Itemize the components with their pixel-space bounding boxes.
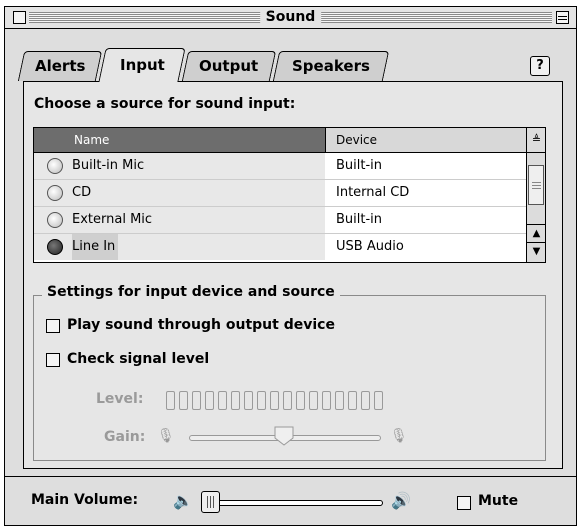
mute-label[interactable]: Mute xyxy=(478,493,518,509)
level-cell xyxy=(257,391,266,410)
check-signal-label[interactable]: Check signal level xyxy=(67,351,209,367)
sound-window: Sound Alerts Input Output Speakers ? Cho… xyxy=(4,6,577,526)
tab-input[interactable]: Input xyxy=(98,48,186,82)
volume-slider-thumb[interactable] xyxy=(200,491,220,513)
window-title: Sound xyxy=(259,9,322,25)
input-source-list[interactable]: Name Device Built-in Mic Built-in CD Int… xyxy=(33,127,546,263)
list-scrollbar[interactable]: ≜ ▲ ▼ xyxy=(526,128,545,262)
device-cell: Built-in xyxy=(336,158,383,173)
name-cell: External Mic xyxy=(34,207,325,233)
play-through-label[interactable]: Play sound through output device xyxy=(67,317,335,333)
source-name: Line In xyxy=(72,234,119,260)
level-cell xyxy=(348,391,357,410)
column-header-device[interactable]: Device xyxy=(326,128,526,153)
level-cell xyxy=(166,391,175,410)
tab-input-label: Input xyxy=(119,56,165,74)
column-header-name[interactable]: Name xyxy=(34,128,326,153)
tab-alerts-label: Alerts xyxy=(34,57,86,75)
level-cell xyxy=(335,391,344,410)
microphone-icon xyxy=(47,158,63,174)
gain-slider-thumb[interactable] xyxy=(274,426,294,446)
mute-checkbox[interactable] xyxy=(457,496,471,510)
level-cell xyxy=(244,391,253,410)
title-bar[interactable]: Sound xyxy=(5,7,576,29)
grip-line xyxy=(532,188,541,189)
level-cell xyxy=(361,391,370,410)
microphone-high-icon: 🎙 xyxy=(390,428,408,444)
grip-line xyxy=(532,182,541,183)
level-cell xyxy=(218,391,227,410)
check-signal-checkbox[interactable] xyxy=(46,353,60,367)
source-name: External Mic xyxy=(72,212,153,227)
scroll-down-arrow-icon[interactable]: ▼ xyxy=(527,242,545,260)
gain-label: Gain: xyxy=(104,429,146,445)
scroll-thumb[interactable] xyxy=(528,165,544,205)
microphone-icon xyxy=(47,212,63,228)
grip-line xyxy=(532,185,541,186)
device-cell: Internal CD xyxy=(336,185,410,200)
source-row-built-in-mic[interactable]: Built-in Mic Built-in xyxy=(34,153,526,180)
level-cell xyxy=(205,391,214,410)
play-through-checkbox[interactable] xyxy=(46,319,60,333)
input-panel: Choose a source for sound input: Name De… xyxy=(23,81,563,469)
device-cell: Built-in xyxy=(336,212,383,227)
scroll-up-arrow-icon[interactable]: ▲ xyxy=(527,224,545,242)
source-row-external-mic[interactable]: External Mic Built-in xyxy=(34,207,526,234)
level-cell xyxy=(374,391,383,410)
name-cell: CD xyxy=(34,180,325,206)
microphone-low-icon: 🎙 xyxy=(157,428,175,444)
level-cell xyxy=(270,391,279,410)
level-label: Level: xyxy=(96,391,144,407)
level-cell xyxy=(296,391,305,410)
main-volume-label: Main Volume: xyxy=(31,492,139,508)
level-cell xyxy=(231,391,240,410)
settings-group: Settings for input device and source Pla… xyxy=(33,284,546,461)
collapse-box[interactable] xyxy=(556,11,569,24)
close-box[interactable] xyxy=(13,11,26,24)
speaker-loud-icon: 🔊 xyxy=(391,491,411,510)
input-source-heading: Choose a source for sound input: xyxy=(34,96,296,112)
device-cell: USB Audio xyxy=(336,239,404,254)
settings-group-label: Settings for input device and source xyxy=(42,284,340,300)
column-sort-icon[interactable]: ≜ xyxy=(527,128,545,153)
source-row-cd[interactable]: CD Internal CD xyxy=(34,180,526,207)
level-cell xyxy=(179,391,188,410)
name-cell: Line In xyxy=(34,234,325,260)
tab-speakers[interactable]: Speakers xyxy=(272,51,390,81)
level-cell xyxy=(283,391,292,410)
microphone-icon xyxy=(47,185,63,201)
level-cell xyxy=(309,391,318,410)
volume-bar: Main Volume: 🔈 🔊 Mute xyxy=(5,476,576,526)
tab-output-label: Output xyxy=(199,57,259,75)
source-name: Built-in Mic xyxy=(72,158,145,173)
tab-speakers-label: Speakers xyxy=(292,57,370,75)
source-row-line-in[interactable]: Line In USB Audio xyxy=(34,234,526,260)
volume-track[interactable] xyxy=(201,500,383,506)
speaker-quiet-icon: 🔈 xyxy=(173,491,193,510)
help-button[interactable]: ? xyxy=(530,56,550,76)
microphone-icon-selected xyxy=(47,239,63,255)
level-cell xyxy=(322,391,331,410)
source-name: CD xyxy=(72,185,92,200)
name-cell: Built-in Mic xyxy=(34,153,325,179)
tab-output[interactable]: Output xyxy=(181,51,277,81)
level-cell xyxy=(192,391,201,410)
tab-alerts[interactable]: Alerts xyxy=(17,51,103,81)
